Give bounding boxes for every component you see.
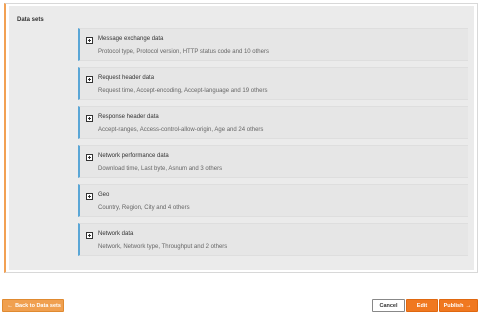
data-set-description: Network, Network type, Throughput and 2 … [98, 244, 228, 250]
arrow-left-icon: ← [7, 302, 14, 309]
edit-button-label: Edit [416, 302, 428, 309]
data-set-description: Accept-ranges, Access-control-allow-orig… [98, 127, 264, 133]
data-set-title: Request header data [98, 75, 155, 81]
data-set-item[interactable]: Network performance data Download time, … [78, 145, 468, 178]
data-set-title: Geo [98, 192, 110, 198]
cancel-button-label: Cancel [379, 302, 398, 309]
data-set-item[interactable]: Request header data Request time, Accept… [78, 67, 468, 100]
publish-button[interactable]: Publish → [439, 299, 478, 312]
data-set-description: Protocol type, Protocol version, HTTP st… [98, 49, 269, 55]
data-set-item[interactable]: Geo Country, Region, City and 4 others [78, 184, 468, 217]
expand-plus-icon[interactable] [86, 232, 93, 239]
data-set-title: Response header data [98, 114, 159, 120]
data-set-title: Network performance data [98, 153, 169, 159]
data-set-description: Download time, Last byte, Asnum and 3 ot… [98, 166, 223, 172]
data-sets-panel-body: Data sets Message exchange data Protocol… [9, 6, 474, 270]
publish-button-label: Publish [443, 302, 464, 309]
data-set-item[interactable]: Message exchange data Protocol type, Pro… [78, 28, 468, 61]
expand-plus-icon[interactable] [86, 193, 93, 200]
data-set-description: Request time, Accept-encoding, Accept-la… [98, 88, 268, 94]
expand-plus-icon[interactable] [86, 115, 93, 122]
data-set-title: Message exchange data [98, 36, 164, 42]
back-to-data-sets-button[interactable]: ← Back to Data sets [2, 299, 64, 312]
back-button-label: Back to Data sets [15, 302, 61, 309]
cancel-button[interactable]: Cancel [372, 299, 405, 312]
data-set-item[interactable]: Network data Network, Network type, Thro… [78, 223, 468, 256]
expand-plus-icon[interactable] [86, 37, 93, 44]
data-set-item[interactable]: Response header data Accept-ranges, Acce… [78, 106, 468, 139]
data-set-description: Country, Region, City and 4 others [98, 205, 190, 211]
edit-button[interactable]: Edit [406, 299, 438, 312]
data-set-list: Message exchange data Protocol type, Pro… [78, 28, 468, 262]
expand-plus-icon[interactable] [86, 76, 93, 83]
expand-plus-icon[interactable] [86, 154, 93, 161]
arrow-right-icon: → [465, 302, 472, 309]
data-set-title: Network data [98, 231, 134, 237]
panel-title: Data sets [17, 17, 44, 23]
data-sets-panel: Data sets Message exchange data Protocol… [4, 3, 478, 273]
